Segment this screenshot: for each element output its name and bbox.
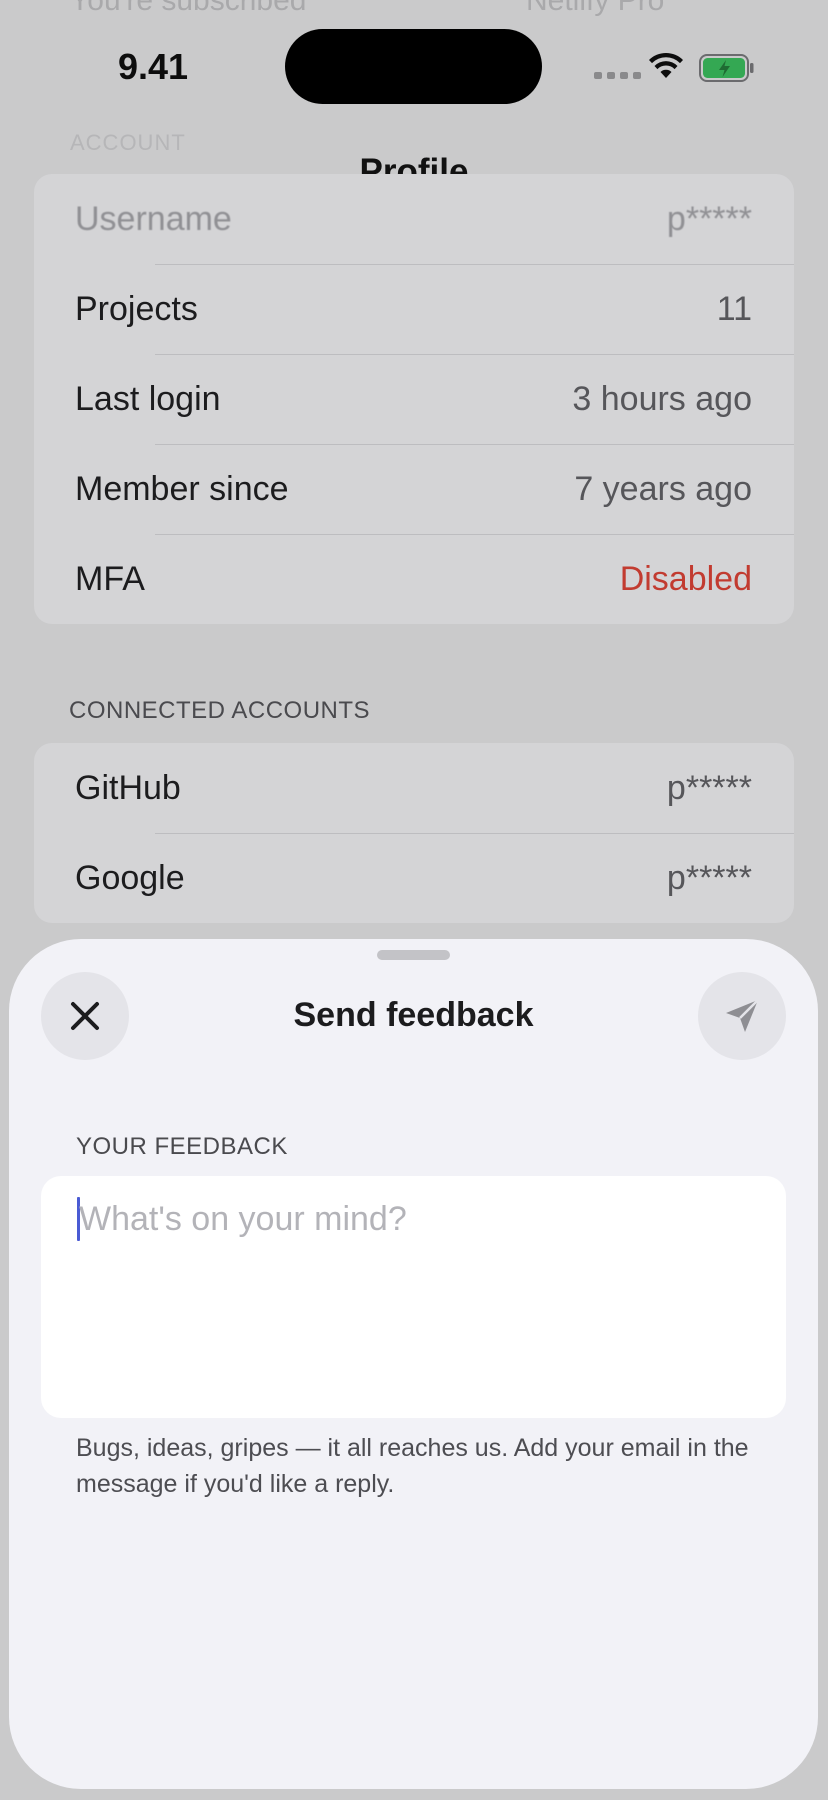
wifi-icon (649, 52, 683, 78)
feedback-label: YOUR FEEDBACK (76, 1133, 288, 1160)
row-label: Projects (75, 289, 198, 328)
account-card: Username p***** Projects 11 Last login 3… (34, 174, 794, 624)
row-label: GitHub (75, 768, 181, 807)
row-label: Username (75, 199, 232, 238)
mfa-row: MFA Disabled (34, 534, 794, 624)
projects-row: Projects 11 (34, 264, 794, 354)
connected-accounts-label: CONNECTED ACCOUNTS (69, 697, 371, 724)
send-icon (726, 999, 759, 1032)
row-value: p***** (666, 858, 752, 897)
cellular-signal-icon (594, 72, 641, 79)
dynamic-island (285, 29, 542, 104)
google-row: Google p***** (34, 833, 794, 923)
row-value: p***** (666, 768, 752, 807)
mfa-status-value: Disabled (619, 559, 752, 598)
row-label: Member since (75, 469, 289, 508)
member-since-row: Member since 7 years ago (34, 444, 794, 534)
username-row: Username p***** (34, 174, 794, 264)
status-bar: 9.41 (0, 0, 828, 110)
row-value: 3 hours ago (572, 379, 752, 418)
status-time: 9.41 (118, 46, 189, 87)
row-label: MFA (75, 559, 145, 598)
row-value: 11 (716, 289, 752, 328)
sheet-title: Send feedback (293, 996, 534, 1034)
feedback-help-text: Bugs, ideas, gripes — it all reaches us.… (76, 1434, 749, 1498)
row-value: 7 years ago (574, 469, 752, 508)
connected-accounts-card: GitHub p***** Google p***** (34, 743, 794, 923)
feedback-sheet: Send feedback YOUR FEEDBACK Bugs, ideas,… (9, 939, 818, 1789)
feedback-text-area[interactable] (41, 1176, 786, 1418)
github-row: GitHub p***** (34, 743, 794, 833)
feedback-input[interactable] (79, 1200, 759, 1239)
last-login-row: Last login 3 hours ago (34, 354, 794, 444)
sheet-grabber[interactable] (377, 950, 450, 960)
row-label: Google (75, 858, 185, 897)
send-button[interactable] (698, 972, 786, 1060)
row-value: p***** (666, 199, 752, 238)
battery-charging-icon (699, 54, 754, 82)
row-label: Last login (75, 379, 221, 418)
